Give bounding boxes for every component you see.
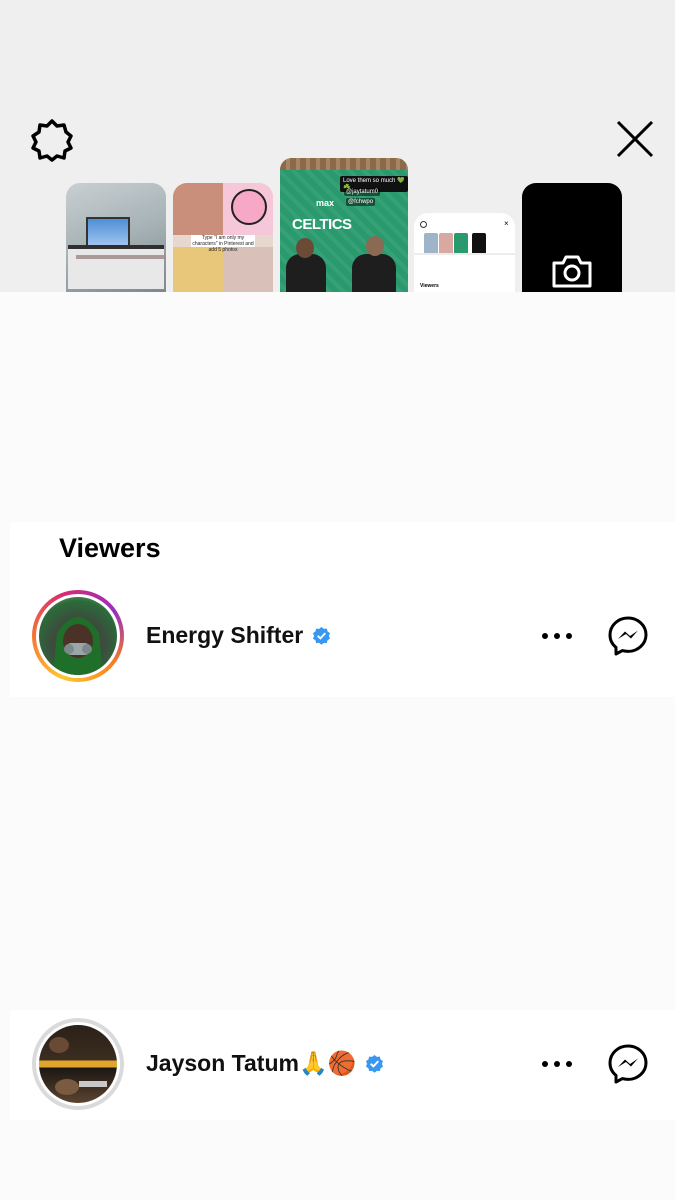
viewer-row[interactable]: Energy Shifter: [0, 588, 675, 688]
messenger-icon[interactable]: [607, 615, 649, 657]
mention-tag-1: @jaytatum0: [344, 188, 381, 196]
story-thumbnail-1[interactable]: [66, 183, 166, 292]
avatar[interactable]: [32, 590, 124, 682]
laptop-screen-image: [86, 217, 130, 247]
story-headline: CELTICS: [292, 216, 352, 233]
story-thumbnail-current[interactable]: Love them so much 💚☘️ @jaytatum0 @fchwpo…: [280, 158, 408, 292]
verified-badge-icon: [366, 1054, 384, 1073]
story-caption: Type "I am only my characters" in Pinter…: [191, 235, 255, 253]
story-thumbnail-2[interactable]: Type "I am only my characters" in Pinter…: [173, 183, 273, 292]
gear-icon[interactable]: [30, 118, 74, 162]
story-thumbnail-4[interactable]: × Viewers: [414, 213, 515, 292]
avatar[interactable]: [32, 1018, 124, 1110]
close-icon[interactable]: [614, 118, 656, 160]
brand-logo: max: [316, 198, 335, 208]
mention-tag-2: @fchwpo: [346, 198, 376, 206]
camera-tile[interactable]: [522, 183, 622, 292]
viewer-row[interactable]: Jayson Tatum🙏🏀: [0, 1016, 675, 1116]
viewer-name[interactable]: Energy Shifter: [146, 622, 303, 649]
story-carousel-area: Type "I am only my characters" in Pinter…: [0, 0, 675, 292]
more-icon[interactable]: [541, 1059, 573, 1069]
messenger-icon[interactable]: [607, 1043, 649, 1085]
more-icon[interactable]: [541, 631, 573, 641]
verified-badge-icon: [313, 626, 331, 645]
avatar-illustration: [49, 1037, 107, 1095]
camera-icon: [552, 255, 592, 288]
avatar-illustration: [53, 617, 103, 675]
mini-viewers-label: Viewers: [420, 283, 439, 289]
viewer-name[interactable]: Jayson Tatum🙏🏀: [146, 1050, 356, 1077]
laptop-image: [68, 245, 166, 289]
viewers-title: Viewers: [59, 533, 161, 563]
